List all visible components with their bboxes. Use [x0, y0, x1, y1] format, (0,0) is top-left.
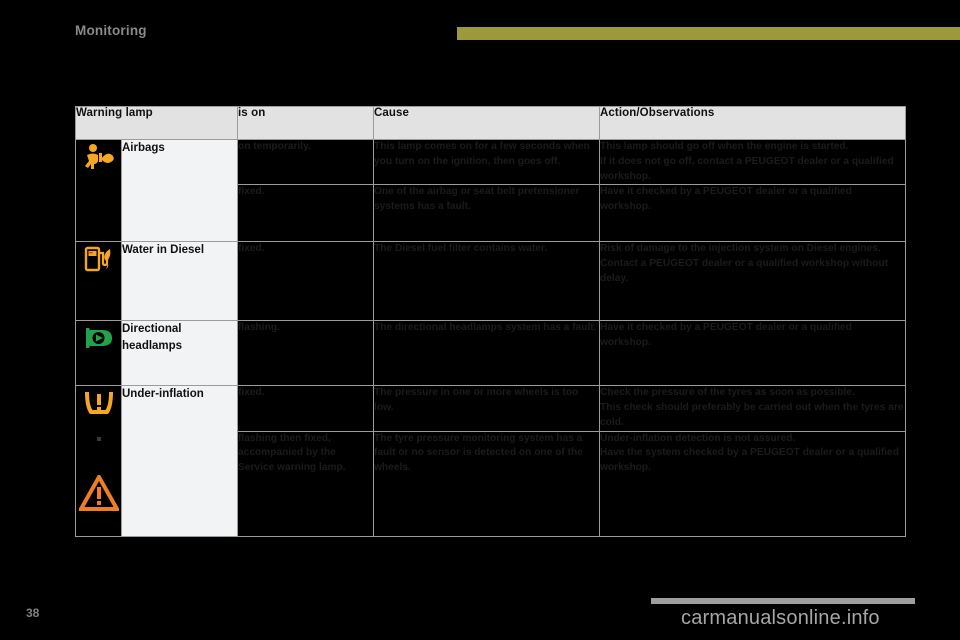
column-header-action: Action/Observations: [599, 106, 906, 140]
site-watermark: carmanualsonline.info: [681, 607, 880, 629]
under-inflation-icon: [81, 386, 117, 420]
is-on-cell: fixed.: [237, 241, 374, 322]
table-row: Directional headlamps flashing. The dire…: [75, 320, 906, 387]
lamp-icon-cell-water-in-diesel: [75, 241, 122, 322]
lamp-icon-cell-airbags: [75, 138, 122, 243]
footer-accent-rule: [651, 598, 915, 604]
lamp-name-airbags: Airbags: [121, 138, 238, 243]
cause-cell: The directional headlamps system has a f…: [373, 320, 600, 387]
is-on-cell: fixed.: [237, 184, 374, 243]
action-cell: This lamp should go off when the engine …: [599, 138, 906, 186]
chapter-title: Monitoring: [75, 23, 147, 38]
service-warning-triangle-icon: [76, 441, 121, 516]
warning-lamps-table: Warning lamp is on Cause Action/Observat…: [75, 106, 906, 537]
header-accent-rule: [457, 27, 960, 40]
column-header-is-on: is on: [237, 106, 374, 140]
table-header: Warning lamp is on Cause Action/Observat…: [75, 106, 906, 140]
is-on-cell: on temporarily.: [237, 138, 374, 186]
action-cell: Have it checked by a PEUGEOT dealer or a…: [599, 184, 906, 243]
column-header-cause: Cause: [373, 106, 600, 140]
table-row: Airbags on temporarily. This lamp comes …: [75, 138, 906, 243]
cause-cell: This lamp comes on for a few seconds whe…: [373, 138, 600, 186]
lamp-icon-cell-directional-headlamps: [75, 320, 122, 387]
table-row: Water in Diesel fixed. The Diesel fuel f…: [75, 241, 906, 322]
action-cell: Check the pressure of the tyres as soon …: [599, 385, 906, 432]
lamp-icon-cell-under-inflation: [75, 385, 122, 537]
column-header-warning-lamp: Warning lamp: [75, 106, 238, 140]
action-cell: Under-inflation detection is not assured…: [599, 430, 906, 537]
action-cell: Have it checked by a PEUGEOT dealer or a…: [599, 320, 906, 387]
page-number: 38: [26, 606, 40, 620]
table-row: Under-inflation fixed. The pressure in o…: [75, 385, 906, 537]
is-on-cell: fixed.: [237, 385, 374, 432]
directional-headlamps-icon: [82, 321, 116, 355]
page-header: Monitoring: [0, 0, 960, 47]
is-on-cell: flashing.: [237, 320, 374, 387]
water-in-diesel-icon: [82, 242, 116, 276]
cause-cell: The tyre pressure monitoring system has …: [373, 430, 600, 537]
is-on-cell: flashing then fixed, accompanied by the …: [237, 430, 374, 537]
cause-cell: The Diesel fuel filter contains water.: [373, 241, 600, 322]
lamp-name-directional-headlamps: Directional headlamps: [121, 320, 238, 387]
lamp-name-water-in-diesel: Water in Diesel: [121, 241, 238, 322]
table-body: Airbags on temporarily. This lamp comes …: [75, 138, 906, 537]
action-cell: Risk of damage to the injection system o…: [599, 241, 906, 322]
cause-cell: One of the airbag or seat belt pretensio…: [373, 184, 600, 243]
airbag-icon: [82, 140, 116, 174]
lamp-name-under-inflation: Under-inflation: [121, 385, 238, 537]
cause-cell: The pressure in one or more wheels is to…: [373, 385, 600, 432]
table-header-row: Warning lamp is on Cause Action/Observat…: [75, 106, 906, 140]
